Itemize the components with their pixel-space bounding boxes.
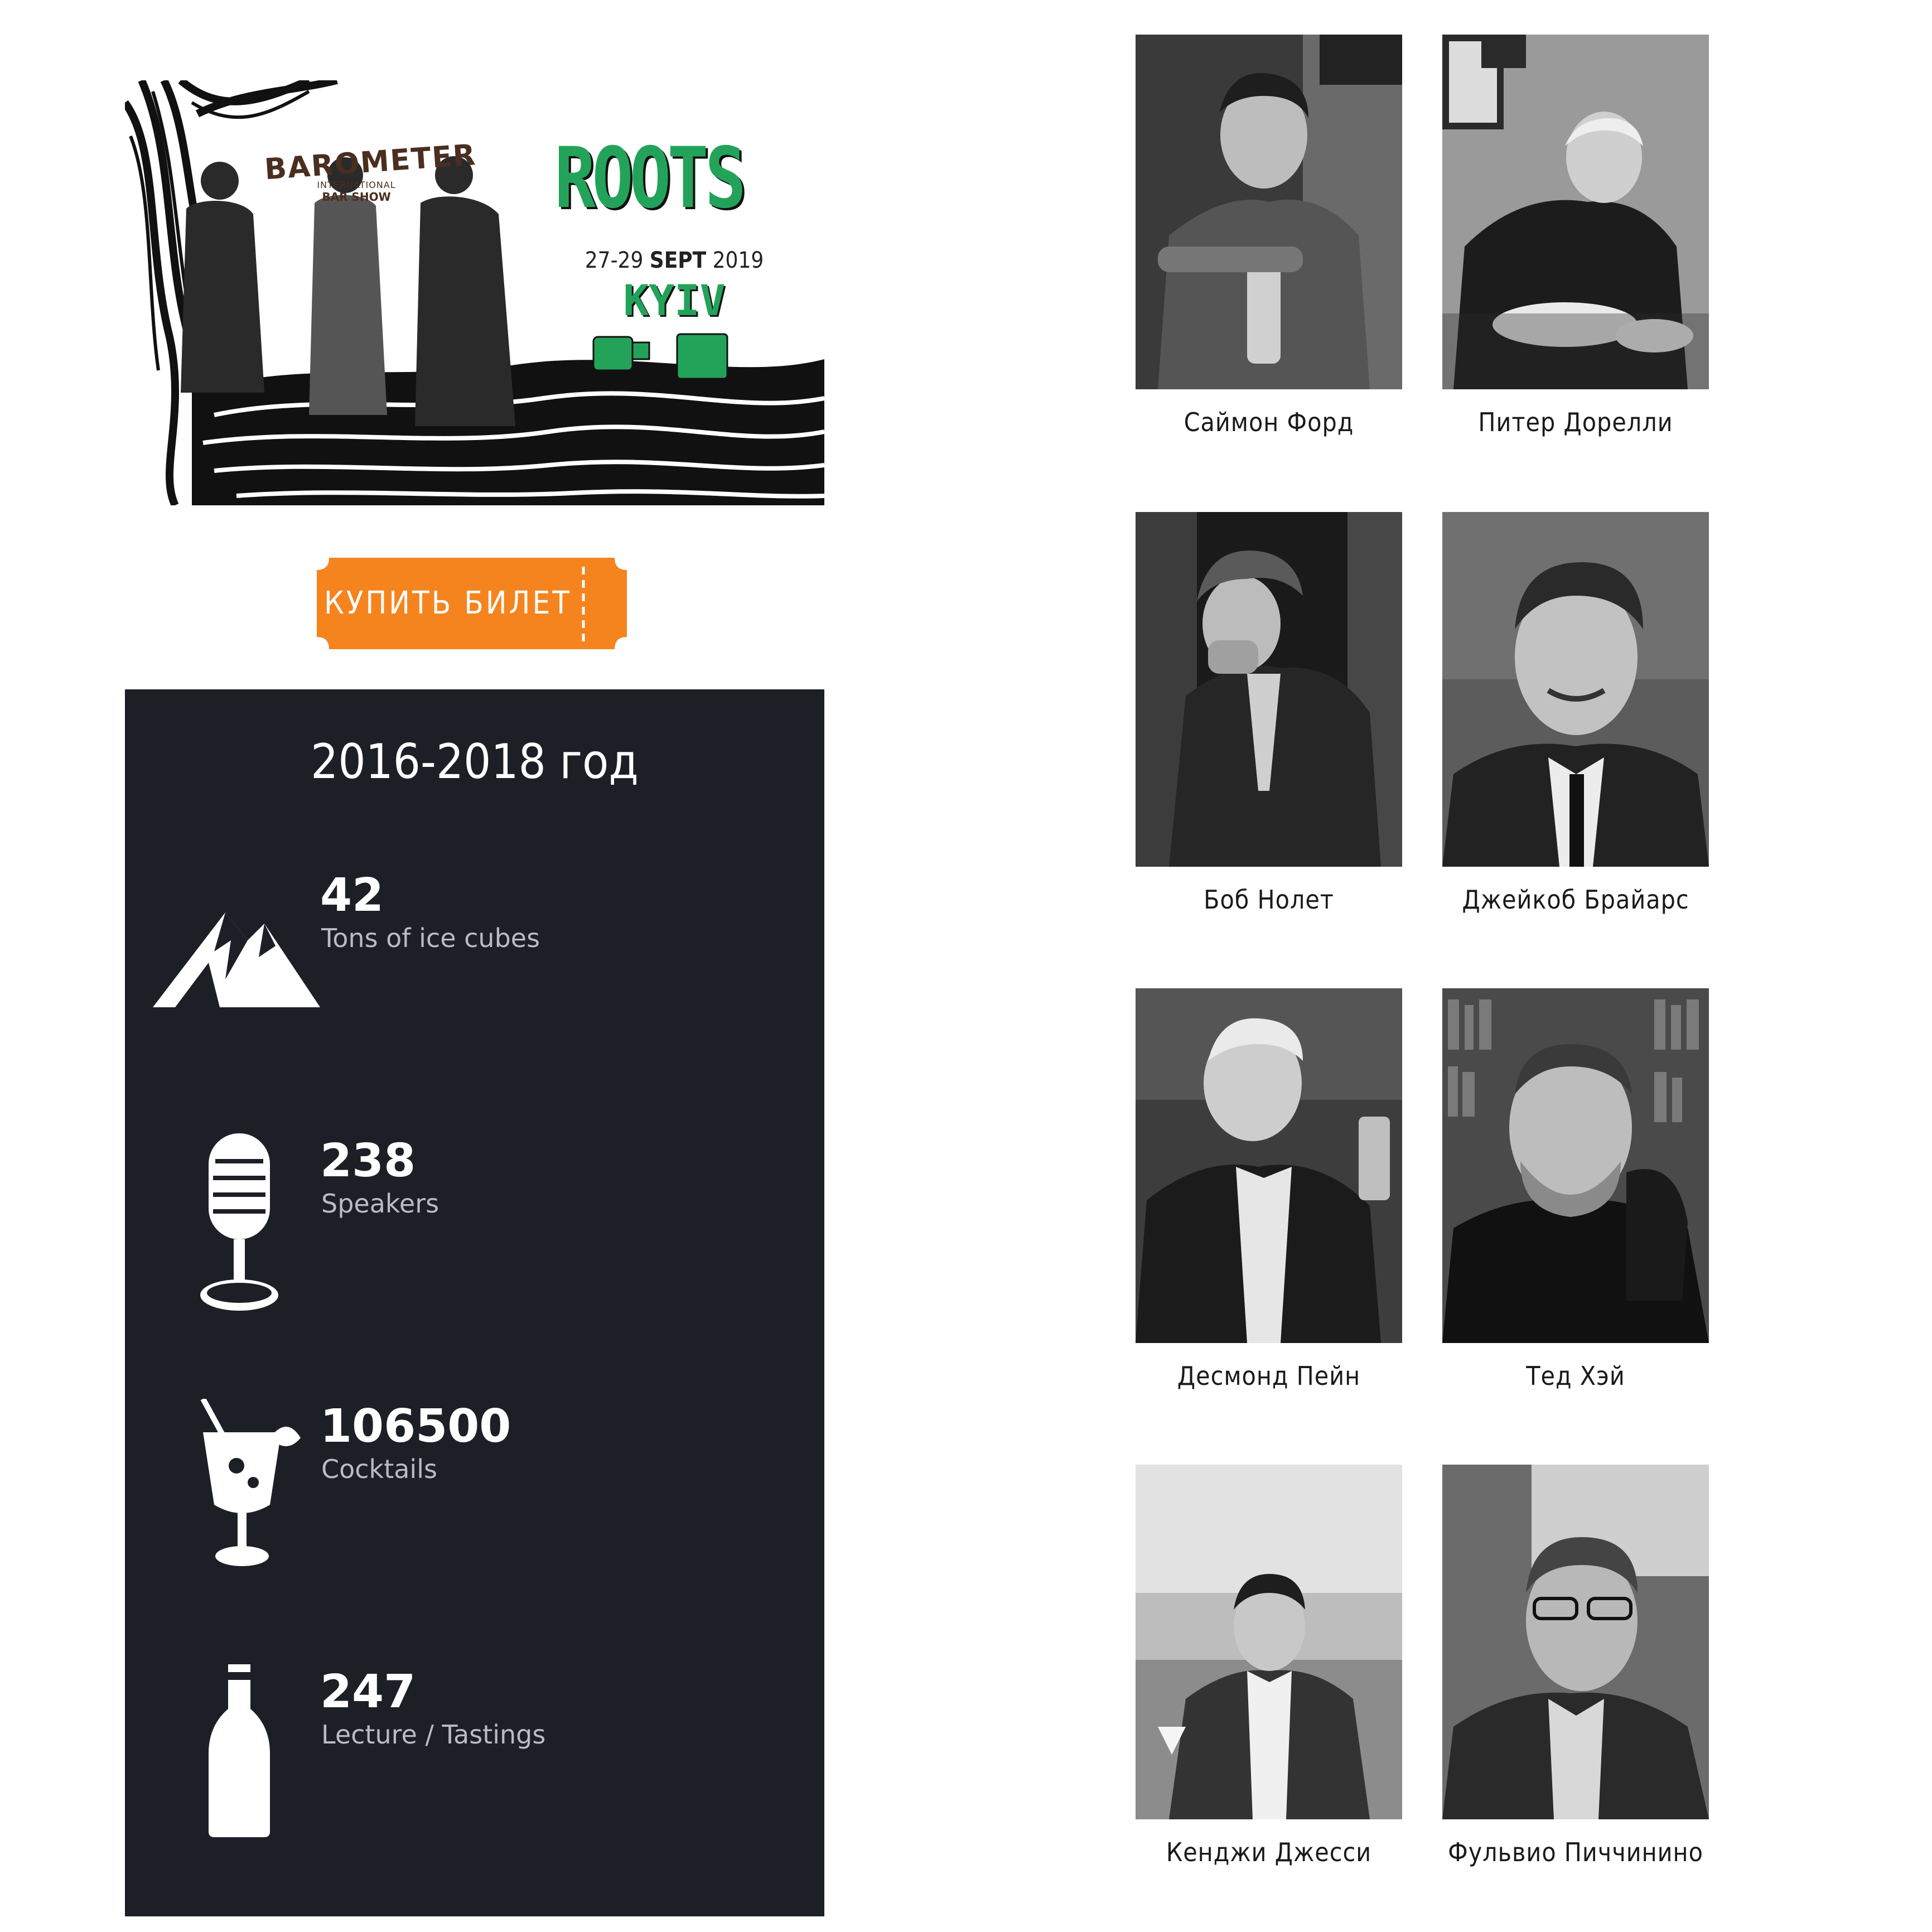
stat-value: 106500 [320,1400,511,1453]
speaker-photo [1442,35,1709,389]
stats-title: 2016-2018 год [311,734,639,790]
speaker-name: Фульвио Пиччинино [1448,1837,1703,1867]
stat-lectures: 247 Lecture / Tastings [125,1664,824,1865]
speaker-card[interactable]: Тед Хэй [1442,988,1709,1423]
stat-ice: 42 Tons of ice cubes [125,868,824,1069]
speaker-card[interactable]: Саймон Форд [1136,35,1402,470]
event-city: KYIV [623,276,726,325]
speaker-photo [1136,988,1402,1343]
buy-ticket-label: КУПИТЬ БИЛЕТ [323,585,572,621]
dates-month: SEPT [649,248,707,273]
speaker-card[interactable]: Фульвио Пиччинино [1442,1465,1709,1900]
speaker-card[interactable]: Джейкоб Брайарс [1442,512,1709,947]
speaker-photo [1136,1465,1402,1819]
speaker-card[interactable]: Боб Нолет [1136,512,1402,947]
event-title: ROOTS [554,130,746,227]
stat-label: Cocktails [321,1454,437,1484]
stat-value: 238 [320,1134,416,1187]
stat-value: 42 [320,869,384,922]
speaker-photo [1442,512,1709,867]
stat-label: Tons of ice cubes [321,923,540,953]
event-dates: 27-29 SEPT 2019 [582,248,766,273]
speaker-card[interactable]: Питер Дорелли [1442,35,1709,470]
speaker-name: Тед Хэй [1526,1361,1625,1391]
speaker-name: Питер Дорелли [1478,407,1673,437]
stat-label: Lecture / Tastings [321,1720,546,1750]
speaker-name: Саймон Форд [1184,407,1354,437]
stats-panel: 2016-2018 год 42 Tons of ice cubes 238 S… [125,689,824,1916]
speaker-photo [1136,35,1402,389]
cocktail-icon [153,1397,331,1577]
event-banner[interactable]: BAROMETER INTERNATIONAL BAR SHOW ROOTS 2… [125,80,824,505]
stat-speakers: 238 Speakers [125,1133,824,1334]
dates-year: 2019 [712,248,764,273]
speaker-card[interactable]: Десмонд Пейн [1136,988,1402,1423]
speaker-photo [1442,1465,1709,1819]
speaker-card[interactable]: Кенджи Джесси [1136,1465,1402,1900]
barometer-logo: BAROMETER INTERNATIONAL BAR SHOW [263,138,477,209]
buy-ticket-button[interactable]: КУПИТЬ БИЛЕТ [317,558,627,649]
dates-plain: 27-29 [585,248,644,273]
microphone-icon [153,1133,331,1312]
speaker-name: Джейкоб Брайарс [1462,885,1689,915]
mountain-icon [153,868,331,1046]
bottle-icon [153,1664,331,1843]
brand-sub2-text: BAR SHOW [322,190,391,204]
speaker-name: Десмонд Пейн [1177,1361,1361,1391]
speaker-photo [1136,512,1402,867]
speaker-name: Боб Нолет [1204,885,1334,915]
speaker-photo [1442,988,1709,1343]
stat-value: 247 [320,1665,416,1718]
stat-label: Speakers [321,1189,439,1219]
stat-cocktails: 106500 Cocktails [125,1397,824,1600]
speaker-name: Кенджи Джесси [1166,1837,1372,1867]
